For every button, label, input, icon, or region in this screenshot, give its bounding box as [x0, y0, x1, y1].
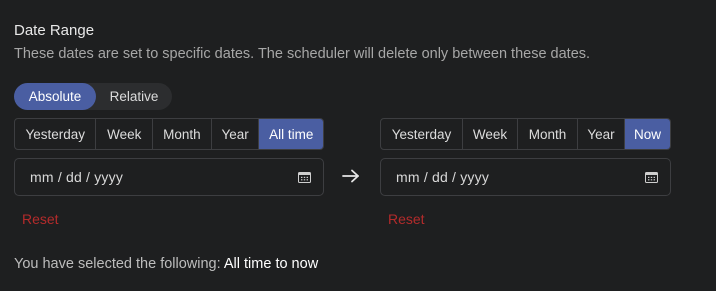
start-date-input[interactable]: mm / dd / yyyy: [14, 158, 324, 196]
section-title: Date Range: [14, 22, 95, 39]
mode-absolute-button[interactable]: Absolute: [14, 83, 96, 110]
end-date-input[interactable]: mm / dd / yyyy: [380, 158, 671, 196]
start-preset-group: Yesterday Week Month Year All time: [14, 118, 324, 150]
summary-value: All time to now: [223, 256, 319, 272]
start-preset-week[interactable]: Week: [96, 119, 154, 149]
end-preset-year[interactable]: Year: [578, 119, 625, 149]
start-date-placeholder: mm / dd / yyyy: [30, 169, 124, 185]
start-preset-year[interactable]: Year: [212, 119, 260, 149]
start-preset-all-time[interactable]: All time: [259, 119, 323, 149]
summary-prefix: You have selected the following:: [14, 256, 221, 272]
end-preset-yesterday[interactable]: Yesterday: [381, 119, 463, 149]
calendar-icon[interactable]: [645, 171, 658, 183]
end-preset-group: Yesterday Week Month Year Now: [380, 118, 671, 150]
selection-summary: You have selected the following: All tim…: [14, 256, 318, 272]
end-preset-week[interactable]: Week: [463, 119, 518, 149]
mode-relative-button[interactable]: Relative: [96, 83, 172, 110]
end-preset-now[interactable]: Now: [625, 119, 670, 149]
end-date-placeholder: mm / dd / yyyy: [396, 169, 490, 185]
date-range-panel: Date Range These dates are set to specif…: [0, 0, 716, 291]
mode-toggle: Absolute Relative: [14, 83, 172, 110]
start-reset-link[interactable]: Reset: [22, 211, 59, 227]
arrow-right-icon: [342, 169, 359, 183]
start-preset-yesterday[interactable]: Yesterday: [15, 119, 97, 149]
end-preset-month[interactable]: Month: [518, 119, 578, 149]
calendar-icon[interactable]: [298, 171, 311, 183]
start-preset-month[interactable]: Month: [153, 119, 212, 149]
end-reset-link[interactable]: Reset: [388, 211, 425, 227]
section-description: These dates are set to specific dates. T…: [14, 46, 591, 62]
